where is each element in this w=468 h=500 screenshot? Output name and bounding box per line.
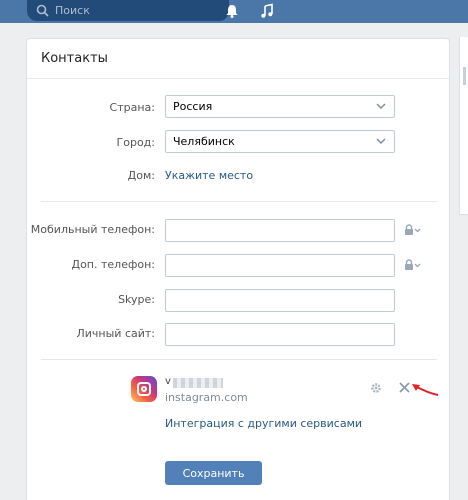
skype-input[interactable] — [165, 289, 395, 312]
chevron-down-icon — [376, 138, 386, 144]
contacts-card: Контакты Страна: Россия Город: Челябинск… — [26, 38, 450, 500]
city-select[interactable]: Челябинск — [165, 130, 395, 153]
skype-label: Skype: — [118, 293, 155, 306]
country-value: Россия — [173, 100, 213, 113]
extra-phone-label: Доп. телефон: — [71, 258, 155, 271]
menu-active-marker — [463, 67, 466, 85]
gear-icon[interactable] — [370, 382, 382, 394]
extra-phone-input[interactable] — [165, 254, 395, 277]
right-menu-fragment — [459, 37, 468, 215]
mobile-phone-input[interactable] — [165, 219, 395, 242]
search-input[interactable]: Поиск — [27, 0, 229, 21]
city-value: Челябинск — [173, 135, 235, 148]
top-bar: Поиск — [0, 0, 468, 23]
country-label: Страна: — [109, 101, 155, 114]
close-icon[interactable] — [399, 382, 410, 393]
site-input[interactable] — [165, 323, 395, 346]
site-label: Личный сайт: — [76, 327, 156, 340]
red-arrow-annotation — [412, 384, 439, 396]
blurred-account-name — [173, 378, 223, 388]
page-title: Контакты — [41, 51, 108, 66]
music-note-icon[interactable] — [259, 3, 275, 19]
bell-icon[interactable] — [224, 3, 240, 19]
city-label: Город: — [116, 136, 155, 149]
country-select[interactable]: Россия — [165, 95, 395, 118]
search-icon — [36, 4, 49, 17]
mobile-phone-label: Мобильный телефон: — [30, 223, 155, 236]
divider — [41, 359, 437, 360]
save-button[interactable]: Сохранить — [165, 461, 262, 485]
service-domain: instagram.com — [165, 391, 248, 404]
account-name: v — [165, 376, 171, 387]
home-label: Дом: — [127, 169, 155, 182]
search-placeholder: Поиск — [55, 4, 90, 17]
home-place-link[interactable]: Укажите место — [165, 169, 253, 182]
chevron-down-icon — [376, 103, 386, 109]
integration-link[interactable]: Интеграция с другими сервисами — [165, 417, 362, 430]
privacy-lock-icon[interactable] — [404, 259, 422, 271]
instagram-icon — [131, 376, 157, 402]
privacy-lock-icon[interactable] — [404, 224, 422, 236]
card-header: Контакты — [27, 39, 449, 79]
divider — [41, 201, 437, 202]
